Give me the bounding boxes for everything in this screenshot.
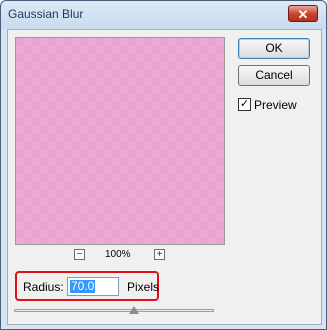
zoom-in-button[interactable]: + (154, 249, 165, 260)
title-bar[interactable]: Gaussian Blur ✕ (1, 1, 326, 29)
checkmark-icon: ✓ (239, 98, 250, 110)
preview-label: Preview (254, 98, 297, 112)
preview-canvas[interactable] (15, 37, 225, 245)
ok-button[interactable]: OK (238, 38, 310, 59)
minus-icon: − (76, 249, 83, 260)
close-button[interactable]: ✕ (288, 5, 318, 22)
plus-icon: + (156, 249, 163, 260)
close-icon: ✕ (297, 7, 309, 22)
radius-label: Radius: (23, 280, 64, 294)
zoom-level: 100% (105, 249, 131, 260)
dialog-title: Gaussian Blur (8, 7, 84, 21)
zoom-out-button[interactable]: − (74, 249, 85, 260)
dialog-body: − 100% + OK Cancel ✓ Preview Radius: 70.… (7, 29, 322, 325)
radius-value: 70.0 (70, 279, 96, 293)
preview-checkbox[interactable]: ✓ (238, 98, 251, 111)
radius-input[interactable]: 70.0 (67, 277, 119, 296)
units-label: Pixels (127, 280, 160, 294)
radius-slider-track[interactable] (14, 309, 214, 312)
gaussian-blur-dialog: Gaussian Blur ✕ − 100% + OK Cancel ✓ Pre… (0, 0, 327, 330)
cancel-button[interactable]: Cancel (238, 65, 310, 86)
radius-slider-thumb[interactable] (129, 306, 139, 314)
radius-highlight: Radius: 70.0 Pixels (15, 271, 159, 301)
